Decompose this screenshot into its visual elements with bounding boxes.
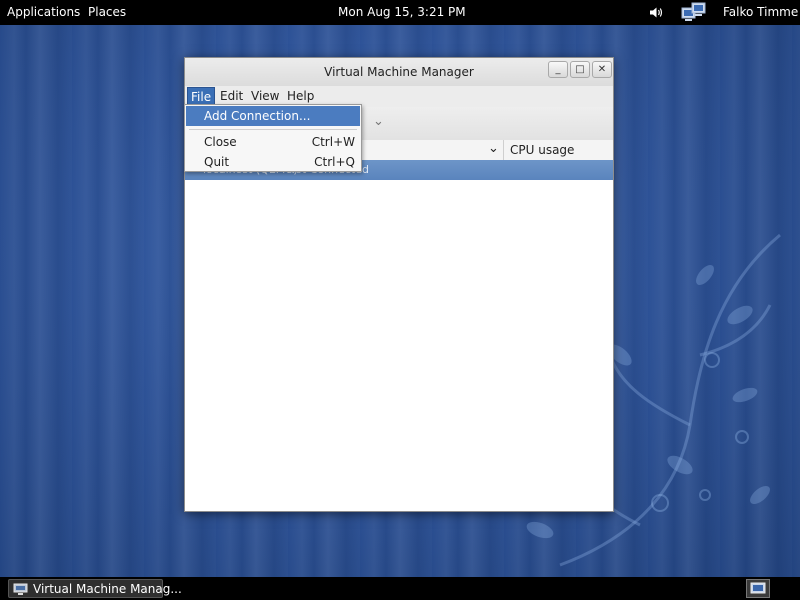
close-button[interactable]: ✕ [592,61,612,78]
places-menu[interactable]: Places [88,5,126,19]
menu-edit[interactable]: Edit [217,87,246,105]
menu-item-label: Add Connection... [204,109,311,123]
menu-file[interactable]: File [187,87,216,105]
taskbar-window-button[interactable]: Virtual Machine Manag... [8,579,182,599]
window-titlebar[interactable]: Virtual Machine Manager _ □ ✕ [185,58,613,86]
menu-item-shortcut: Ctrl+Q [314,155,355,169]
user-menu[interactable]: Falko Timme [723,5,798,19]
menu-item-label: Close [204,135,237,149]
menu-item-close[interactable]: Close Ctrl+W [186,132,360,152]
minimize-button[interactable]: _ [548,61,568,78]
menu-separator [189,129,357,130]
monitor-icon [13,583,28,599]
menu-view[interactable]: View [248,87,282,105]
menu-item-label: Quit [204,155,230,169]
taskbar-window-label: Virtual Machine Manag... [33,582,182,596]
clock[interactable]: Mon Aug 15, 3:21 PM [338,5,466,19]
volume-icon[interactable] [649,6,663,22]
column-divider [503,140,504,160]
column-dropdown-icon[interactable]: ⌄ [488,141,499,156]
maximize-button[interactable]: □ [570,61,590,78]
bottom-panel: Virtual Machine Manag... [0,577,800,600]
applications-menu[interactable]: Applications [7,5,80,19]
menu-item-quit[interactable]: Quit Ctrl+Q [186,152,360,172]
menu-help[interactable]: Help [284,87,317,105]
top-panel: Applications Places Mon Aug 15, 3:21 PM … [0,0,800,25]
menu-item-shortcut: Ctrl+W [311,135,355,149]
menu-item-add-connection[interactable]: Add Connection... [186,106,360,126]
desktop-icon [750,582,766,594]
cpu-usage-column-header[interactable]: CPU usage [510,143,574,157]
vm-list[interactable] [185,180,613,511]
file-menu-dropdown: Add Connection... Close Ctrl+W Quit Ctrl… [184,104,362,172]
chevron-down-icon[interactable]: ⌄ [373,114,384,129]
network-icon[interactable] [681,2,707,26]
show-desktop-button[interactable] [746,579,770,598]
